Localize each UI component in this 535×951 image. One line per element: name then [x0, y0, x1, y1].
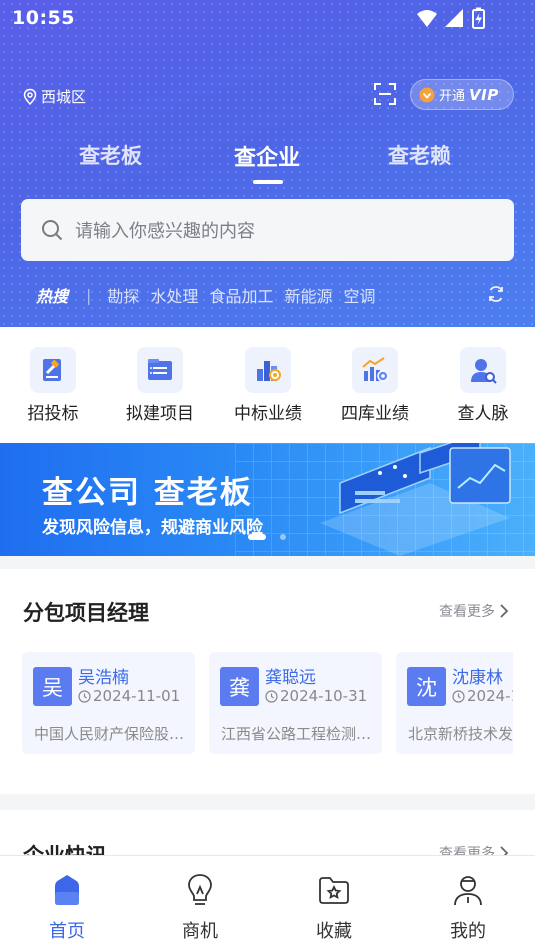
dashboard-illustration — [320, 443, 511, 556]
manager-card[interactable]: 沈 沈康林 2024-11 北京新桥技术发展 — [396, 652, 513, 754]
avatar: 龚 — [220, 667, 259, 706]
bottom-navigation: 首页 商机 收藏 我的 — [0, 855, 535, 951]
manager-name: 吴浩楠 — [78, 668, 129, 688]
date-text: 2024-11 — [467, 687, 513, 705]
nav-label: 收藏 — [316, 921, 352, 942]
quick-entry-four-libraries[interactable]: 四库业绩 — [330, 347, 420, 424]
system-icons — [415, 7, 495, 29]
vip-badge-icon — [419, 87, 435, 102]
avatar: 吴 — [33, 667, 72, 706]
date-text: 2024-10-31 — [280, 687, 368, 705]
nav-favorites[interactable]: 收藏 — [289, 872, 379, 943]
lightbulb-icon — [188, 874, 212, 905]
manager-company: 北京新桥技术发展 — [408, 725, 513, 743]
section-title: 分包项目经理 — [23, 601, 149, 625]
tab-active-indicator — [253, 180, 283, 184]
quick-entry-label: 四库业绩 — [341, 404, 409, 424]
quick-entry-label: 查人脉 — [457, 404, 509, 424]
hot-search-title: 热搜 — [36, 287, 69, 306]
nav-opportunities[interactable]: 商机 — [155, 872, 245, 943]
nav-label: 我的 — [450, 921, 486, 942]
bid-hammer-icon — [30, 347, 76, 393]
nav-home[interactable]: 首页 — [22, 872, 112, 943]
location-selector[interactable]: 西城区 — [21, 86, 86, 107]
clock-icon — [452, 689, 465, 703]
user-icon — [454, 876, 482, 906]
home-icon — [55, 875, 79, 905]
banner-title: 查公司 查老板 — [42, 475, 253, 511]
vip-tag: VIP — [469, 85, 499, 104]
hot-search-bar: 热搜 | 勘探 水处理 食品加工 新能源 空调 — [36, 283, 506, 307]
subcontract-managers-section: 分包项目经理 查看更多 吴 吴浩楠 2024-11-01 中国人民财产保险股份有… — [0, 569, 535, 794]
divider: | — [86, 285, 92, 305]
clock-icon — [78, 689, 91, 703]
vip-prefix: 开通 — [439, 89, 466, 104]
battery-icon — [472, 7, 485, 29]
search-input[interactable]: 请输入你感兴趣的内容 — [21, 199, 514, 261]
location-pin-icon — [23, 88, 37, 105]
scan-icon — [374, 83, 396, 105]
header-hero: 10:55 西城区 开通 VIP 查老板 查企业 查老赖 请输入你感兴趣的内容 … — [0, 0, 535, 327]
location-label: 西城区 — [41, 88, 87, 106]
trend-chart-gear-icon — [352, 347, 398, 393]
hot-keyword[interactable]: 勘探 — [107, 283, 139, 307]
hot-keyword[interactable]: 新能源 — [284, 283, 332, 307]
manager-company: 中国人民财产保险股份有限公司 — [34, 725, 186, 743]
quick-entry-winning-records[interactable]: 中标业绩 — [223, 347, 313, 424]
bar-chart-medal-icon — [245, 347, 291, 393]
quick-entry-grid: 招投标 拟建项目 中标业绩 四库业绩 查人脉 — [0, 327, 535, 443]
quick-entry-connections[interactable]: 查人脉 — [438, 347, 528, 424]
nav-label: 首页 — [49, 921, 85, 942]
hot-keyword[interactable]: 空调 — [343, 283, 375, 307]
date-text: 2024-11-01 — [93, 687, 181, 705]
nav-label: 商机 — [182, 921, 218, 942]
nav-profile[interactable]: 我的 — [423, 872, 513, 943]
quick-entry-bidding[interactable]: 招投标 — [8, 347, 98, 424]
vip-button[interactable]: 开通 VIP — [410, 79, 514, 110]
scan-button[interactable] — [373, 82, 397, 106]
view-more-label: 查看更多 — [439, 604, 495, 620]
wifi-icon — [417, 10, 437, 27]
chevron-right-icon — [500, 604, 509, 618]
manager-date: 2024-11-01 — [78, 687, 180, 705]
refresh-icon[interactable] — [486, 284, 506, 304]
tab-boss[interactable]: 查老板 — [79, 140, 142, 170]
search-icon — [42, 220, 63, 241]
project-list-icon — [137, 347, 183, 393]
manager-card[interactable]: 龚 龚聪远 2024-10-31 江西省公路工程检测中心 — [209, 652, 382, 754]
tab-enterprise[interactable]: 查企业 — [234, 140, 300, 172]
status-time: 10:55 — [12, 7, 75, 29]
view-more-link[interactable]: 查看更多 — [439, 601, 509, 621]
hot-keyword[interactable]: 食品加工 — [209, 283, 273, 307]
banner-subtitle: 发现风险信息，规避商业风险 — [42, 518, 263, 538]
tab-debtor[interactable]: 查老赖 — [388, 140, 451, 170]
banner-pagination — [248, 534, 286, 540]
manager-date: 2024-10-31 — [265, 687, 367, 705]
clock-icon — [265, 689, 278, 703]
avatar: 沈 — [407, 667, 446, 706]
quick-entry-label: 拟建项目 — [126, 404, 194, 424]
search-type-tabs: 查老板 查企业 查老赖 — [0, 140, 535, 190]
manager-name: 龚聪远 — [265, 668, 316, 688]
manager-name: 沈康林 — [452, 668, 503, 688]
quick-entry-label: 中标业绩 — [234, 404, 302, 424]
quick-entry-label: 招投标 — [27, 404, 79, 424]
manager-card[interactable]: 吴 吴浩楠 2024-11-01 中国人民财产保险股份有限公司 — [22, 652, 195, 754]
status-bar: 10:55 — [0, 0, 535, 38]
person-search-icon — [460, 347, 506, 393]
quick-entry-proposed-projects[interactable]: 拟建项目 — [115, 347, 205, 424]
search-placeholder: 请输入你感兴趣的内容 — [75, 221, 255, 242]
manager-cards-carousel: 吴 吴浩楠 2024-11-01 中国人民财产保险股份有限公司 龚 龚聪远 20… — [22, 652, 513, 754]
manager-company: 江西省公路工程检测中心 — [221, 725, 373, 743]
signal-icon — [445, 9, 463, 27]
manager-date: 2024-11 — [452, 687, 513, 705]
hot-keyword[interactable]: 水处理 — [150, 283, 198, 307]
folder-star-icon — [319, 877, 349, 904]
